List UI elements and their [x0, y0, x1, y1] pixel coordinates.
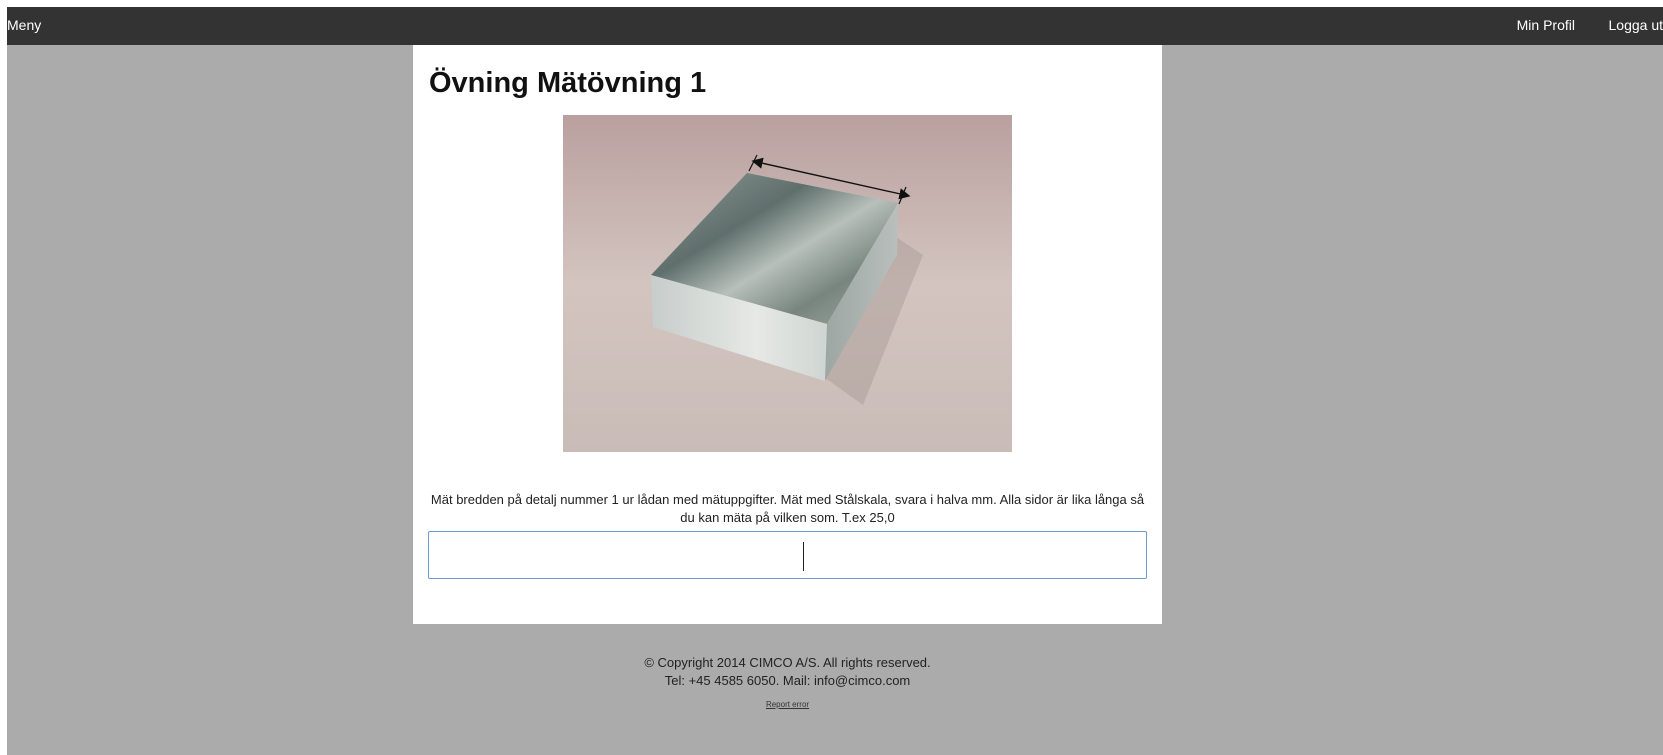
- exercise-photo: [563, 115, 1012, 452]
- exercise-instructions: Mät bredden på detalj nummer 1 ur lådan …: [430, 492, 1145, 525]
- footer: © Copyright 2014 CIMCO A/S. All rights r…: [413, 654, 1162, 690]
- page-title: Övning Mätövning 1: [429, 67, 707, 99]
- copyright-text: © Copyright 2014 CIMCO A/S. All rights r…: [644, 655, 931, 670]
- my-profile-link[interactable]: Min Profil: [1517, 17, 1575, 33]
- answer-input[interactable]: [428, 531, 1147, 579]
- text-caret: [803, 542, 804, 571]
- contact-text: Tel: +45 4585 6050. Mail: info@cimco.com: [664, 673, 911, 688]
- logout-link[interactable]: Logga ut: [1609, 17, 1663, 33]
- top-navbar: Meny Min Profil Logga ut: [7, 7, 1663, 45]
- menu-link[interactable]: Meny: [7, 17, 41, 33]
- report-error-link[interactable]: Report error: [413, 700, 1162, 709]
- page-background: Meny Min Profil Logga ut Övning Mätövnin…: [7, 7, 1663, 755]
- exercise-panel: Övning Mätövning 1 Mät bredden på detalj…: [413, 45, 1162, 624]
